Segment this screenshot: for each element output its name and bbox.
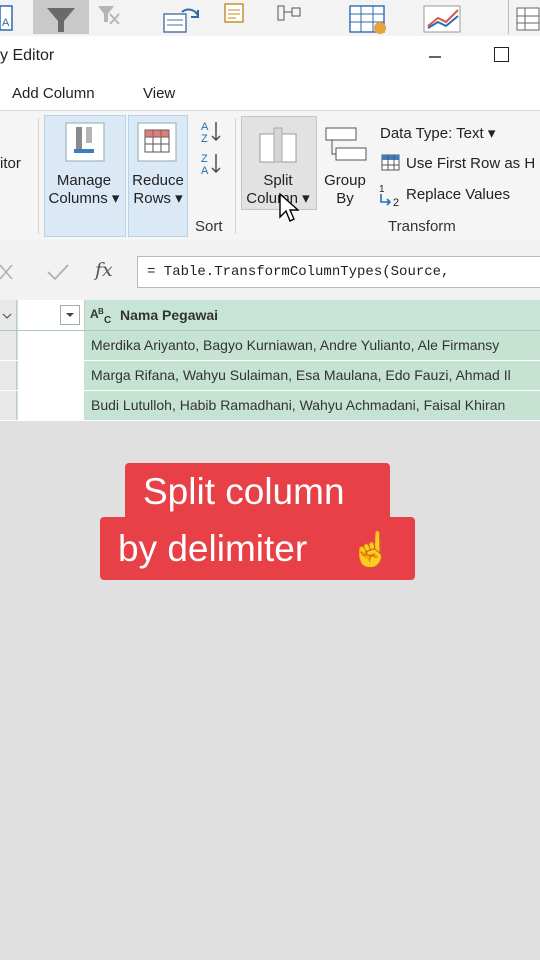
group-by-line2: By <box>336 190 354 207</box>
row-number-header[interactable] <box>0 300 17 330</box>
table-row[interactable]: Budi Lutulloh, Habib Ramadhani, Wahyu Ac… <box>0 391 540 421</box>
previous-column-cell <box>18 361 84 390</box>
data-type-dropdown[interactable]: Data Type: Text ▾ <box>380 124 495 142</box>
svg-text:A: A <box>201 121 209 133</box>
pointing-up-emoji-icon: ☝️ <box>350 531 393 569</box>
sort-group-label: Sort <box>195 218 223 235</box>
group-by-icon[interactable] <box>324 124 368 169</box>
split-column-line2: Column ▾ <box>246 190 310 207</box>
transform-group-label: Transform <box>388 218 456 235</box>
formula-text: = Table.TransformColumnTypes(Source, <box>147 264 450 280</box>
row-number <box>0 391 17 420</box>
sort-ascending-icon[interactable]: AZ <box>200 118 222 149</box>
relationships-icon[interactable] <box>276 0 304 34</box>
column-filter-dropdown-icon[interactable] <box>60 305 80 325</box>
maximize-icon[interactable] <box>494 47 509 62</box>
filter-icon[interactable] <box>33 0 89 34</box>
nama-pegawai-cell[interactable]: Merdika Ariyanto, Bagyo Kurniawan, Andre… <box>91 337 540 353</box>
reduce-rows-icon <box>136 121 178 168</box>
svg-text:Z: Z <box>201 133 208 144</box>
svg-text:C: C <box>104 315 111 326</box>
row-number <box>0 361 17 390</box>
fx-icon[interactable]: fx <box>95 259 113 281</box>
line-chart-icon[interactable] <box>420 0 466 34</box>
row-number <box>0 331 17 360</box>
tab-add-column[interactable]: Add Column <box>12 85 95 102</box>
use-first-row-icon <box>381 154 401 177</box>
nama-pegawai-cell[interactable]: Budi Lutulloh, Habib Ramadhani, Wahyu Ac… <box>91 397 540 413</box>
sort-descending-icon[interactable]: ZA <box>200 150 222 181</box>
split-column-icon <box>256 122 300 171</box>
previous-column-cell <box>18 331 84 360</box>
svg-text:A: A <box>2 17 10 29</box>
grid-settings-icon[interactable] <box>346 0 390 34</box>
confirm-formula-icon[interactable] <box>46 262 70 287</box>
ribbon-separator <box>38 118 39 234</box>
clear-filter-icon[interactable] <box>94 0 122 34</box>
column-header-nama-pegawai[interactable]: Nama Pegawai <box>120 307 218 323</box>
excel-toolbar-strip: A <box>0 0 540 37</box>
excel-icon[interactable]: A <box>0 0 14 34</box>
text-type-icon[interactable]: ABC <box>90 306 116 329</box>
caption-line2: by delimiter <box>118 528 308 569</box>
previous-column-cell <box>18 391 84 420</box>
tab-view[interactable]: View <box>143 85 175 102</box>
manage-columns-line2: Columns ▾ <box>48 190 120 207</box>
ribbon-separator <box>235 118 236 234</box>
svg-text:Z: Z <box>201 153 208 165</box>
caption-line1: Split column <box>143 471 345 512</box>
properties-icon[interactable] <box>222 0 250 34</box>
manage-columns-icon <box>64 121 106 168</box>
mouse-cursor-icon <box>279 192 300 230</box>
group-by-line1: Group <box>324 172 366 189</box>
replace-values-button[interactable]: Replace Values <box>406 186 510 203</box>
minimize-icon[interactable] <box>427 45 443 65</box>
replace-values-icon: 12 <box>378 182 404 213</box>
svg-text:1: 1 <box>379 184 385 195</box>
refresh-table-icon[interactable] <box>160 0 204 34</box>
table-row[interactable]: Marga Rifana, Wahyu Sulaiman, Esa Maulan… <box>0 361 540 391</box>
manage-columns-line1: Manage <box>56 172 112 189</box>
reduce-rows-line2: Rows ▾ <box>133 190 183 207</box>
use-first-row-as-headers-button[interactable]: Use First Row as H <box>406 155 535 172</box>
svg-text:A: A <box>201 165 209 176</box>
table-row[interactable]: Merdika Ariyanto, Bagyo Kurniawan, Andre… <box>0 331 540 361</box>
split-column-line1: Split <box>263 172 293 189</box>
svg-text:2: 2 <box>393 197 399 208</box>
reduce-rows-line1: Reduce <box>132 172 184 189</box>
window-title-bar <box>0 36 540 78</box>
cancel-formula-icon[interactable] <box>0 262 18 287</box>
advanced-editor-label[interactable]: itor <box>0 155 21 173</box>
window-title: y Editor <box>0 47 55 64</box>
table-button-icon[interactable] <box>508 0 540 34</box>
nama-pegawai-cell[interactable]: Marga Rifana, Wahyu Sulaiman, Esa Maulan… <box>91 367 540 383</box>
